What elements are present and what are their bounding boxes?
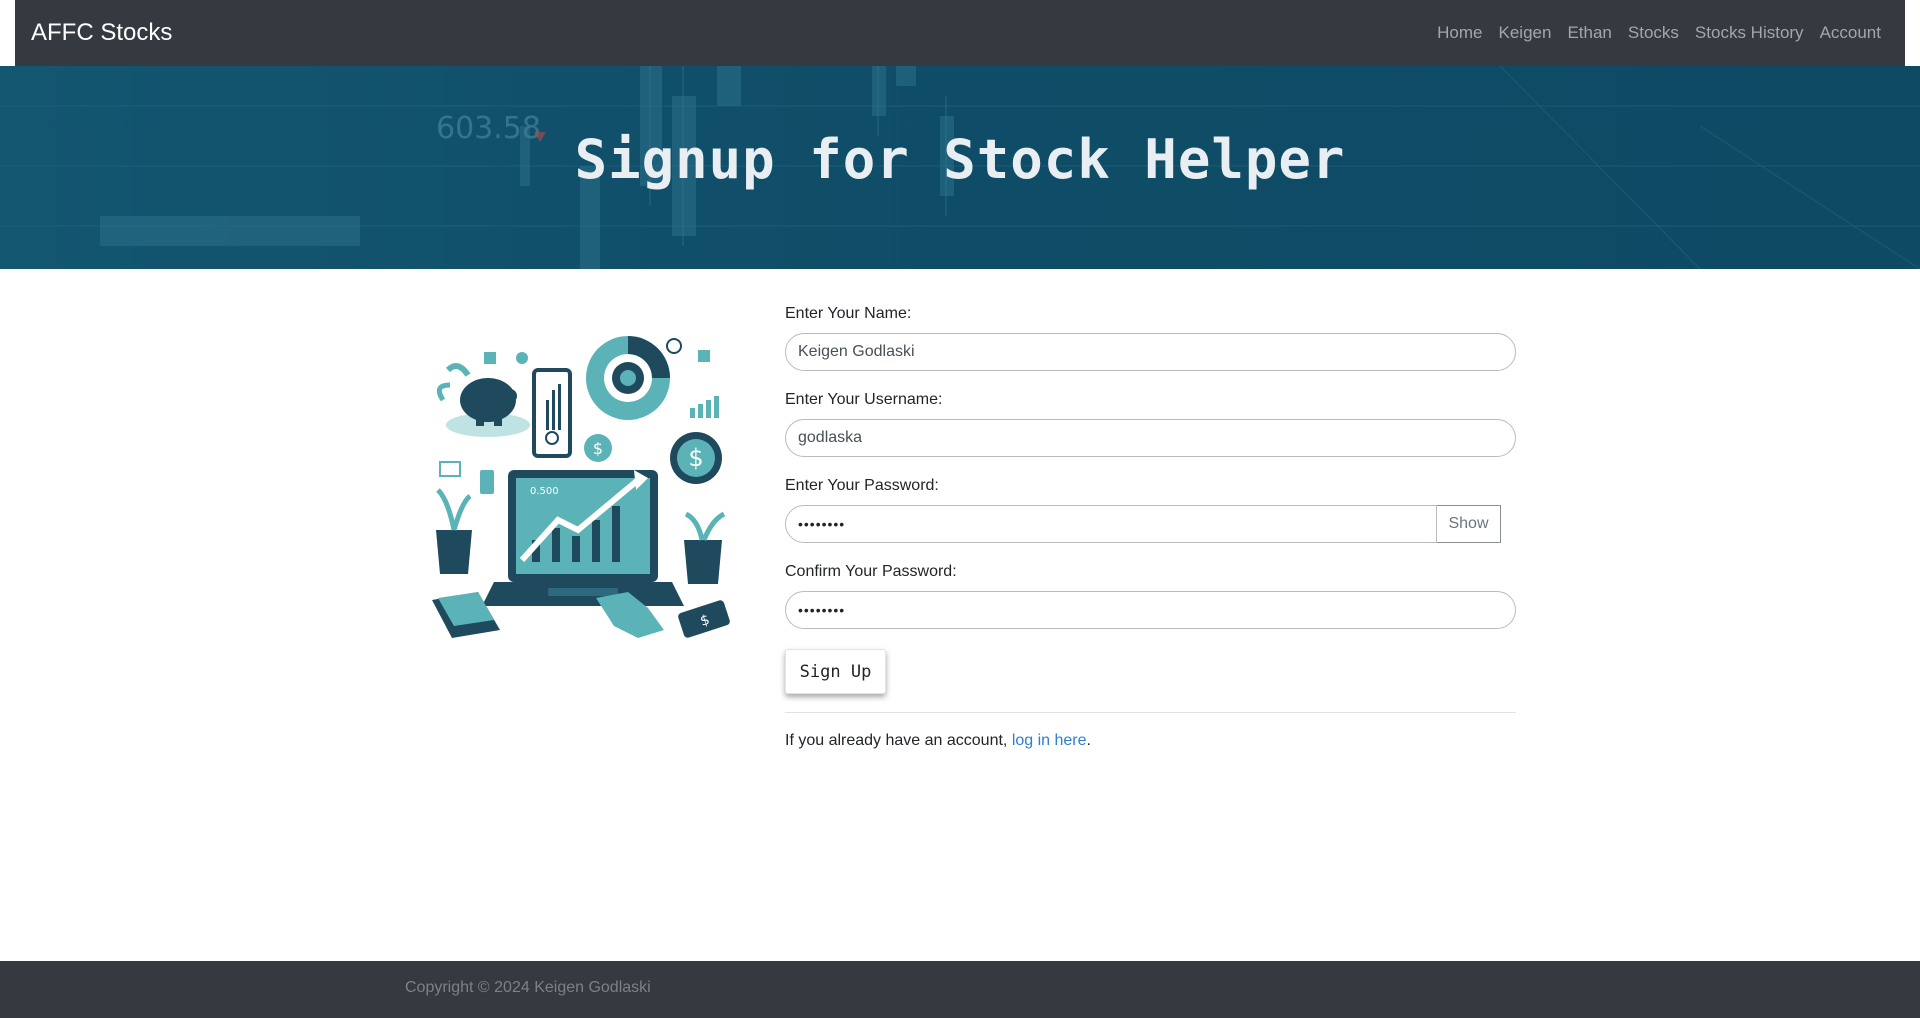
page-title: Signup for Stock Helper bbox=[574, 128, 1346, 191]
copyright-text: Copyright © 2024 Keigen Godlaski bbox=[405, 979, 651, 996]
nav-link-ethan[interactable]: Ethan bbox=[1567, 23, 1611, 43]
show-password-button[interactable]: Show bbox=[1437, 505, 1501, 543]
login-link[interactable]: log in here bbox=[1012, 732, 1087, 749]
username-input-value: godlaska bbox=[798, 429, 863, 446]
nav-links: Home Keigen Ethan Stocks Stocks History … bbox=[1421, 23, 1881, 43]
nav-link-home[interactable]: Home bbox=[1437, 23, 1482, 43]
svg-text:$: $ bbox=[593, 439, 603, 458]
laptop-screen-value: 0.500 bbox=[530, 486, 559, 497]
login-prompt-prefix: If you already have an account, bbox=[785, 732, 1012, 749]
hero-banner: 603.58 Signup for Stock Helper bbox=[0, 66, 1920, 269]
finance-illustration: $ $ 0.500 $ bbox=[432, 336, 730, 638]
password-input-value: •••••••• bbox=[798, 516, 846, 532]
confirm-password-input-value: •••••••• bbox=[798, 602, 846, 618]
nav-link-account[interactable]: Account bbox=[1820, 23, 1881, 43]
name-input-value: Keigen Godlaski bbox=[798, 343, 915, 360]
nav-link-stocks[interactable]: Stocks bbox=[1628, 23, 1679, 43]
form-divider bbox=[785, 712, 1516, 713]
login-prompt-suffix: . bbox=[1086, 732, 1091, 749]
nav-link-stocks-history[interactable]: Stocks History bbox=[1695, 23, 1804, 43]
svg-text:$: $ bbox=[688, 444, 703, 472]
top-navbar: AFFC Stocks Home Keigen Ethan Stocks Sto… bbox=[15, 0, 1905, 66]
username-label: Enter Your Username: bbox=[785, 391, 943, 408]
name-input[interactable]: Keigen Godlaski bbox=[785, 333, 1516, 371]
password-row: •••••••• Show bbox=[785, 505, 1516, 543]
username-input[interactable]: godlaska bbox=[785, 419, 1516, 457]
confirm-password-label: Confirm Your Password: bbox=[785, 563, 957, 580]
password-label: Enter Your Password: bbox=[785, 477, 939, 494]
login-prompt: If you already have an account, log in h… bbox=[785, 732, 1091, 750]
sign-up-button[interactable]: Sign Up bbox=[785, 649, 886, 694]
password-input[interactable]: •••••••• bbox=[785, 505, 1437, 543]
confirm-password-input[interactable]: •••••••• bbox=[785, 591, 1516, 629]
page-footer: Copyright © 2024 Keigen Godlaski bbox=[0, 961, 1920, 1018]
name-label: Enter Your Name: bbox=[785, 305, 912, 322]
brand-link[interactable]: AFFC Stocks bbox=[31, 19, 172, 47]
nav-link-keigen[interactable]: Keigen bbox=[1499, 23, 1552, 43]
